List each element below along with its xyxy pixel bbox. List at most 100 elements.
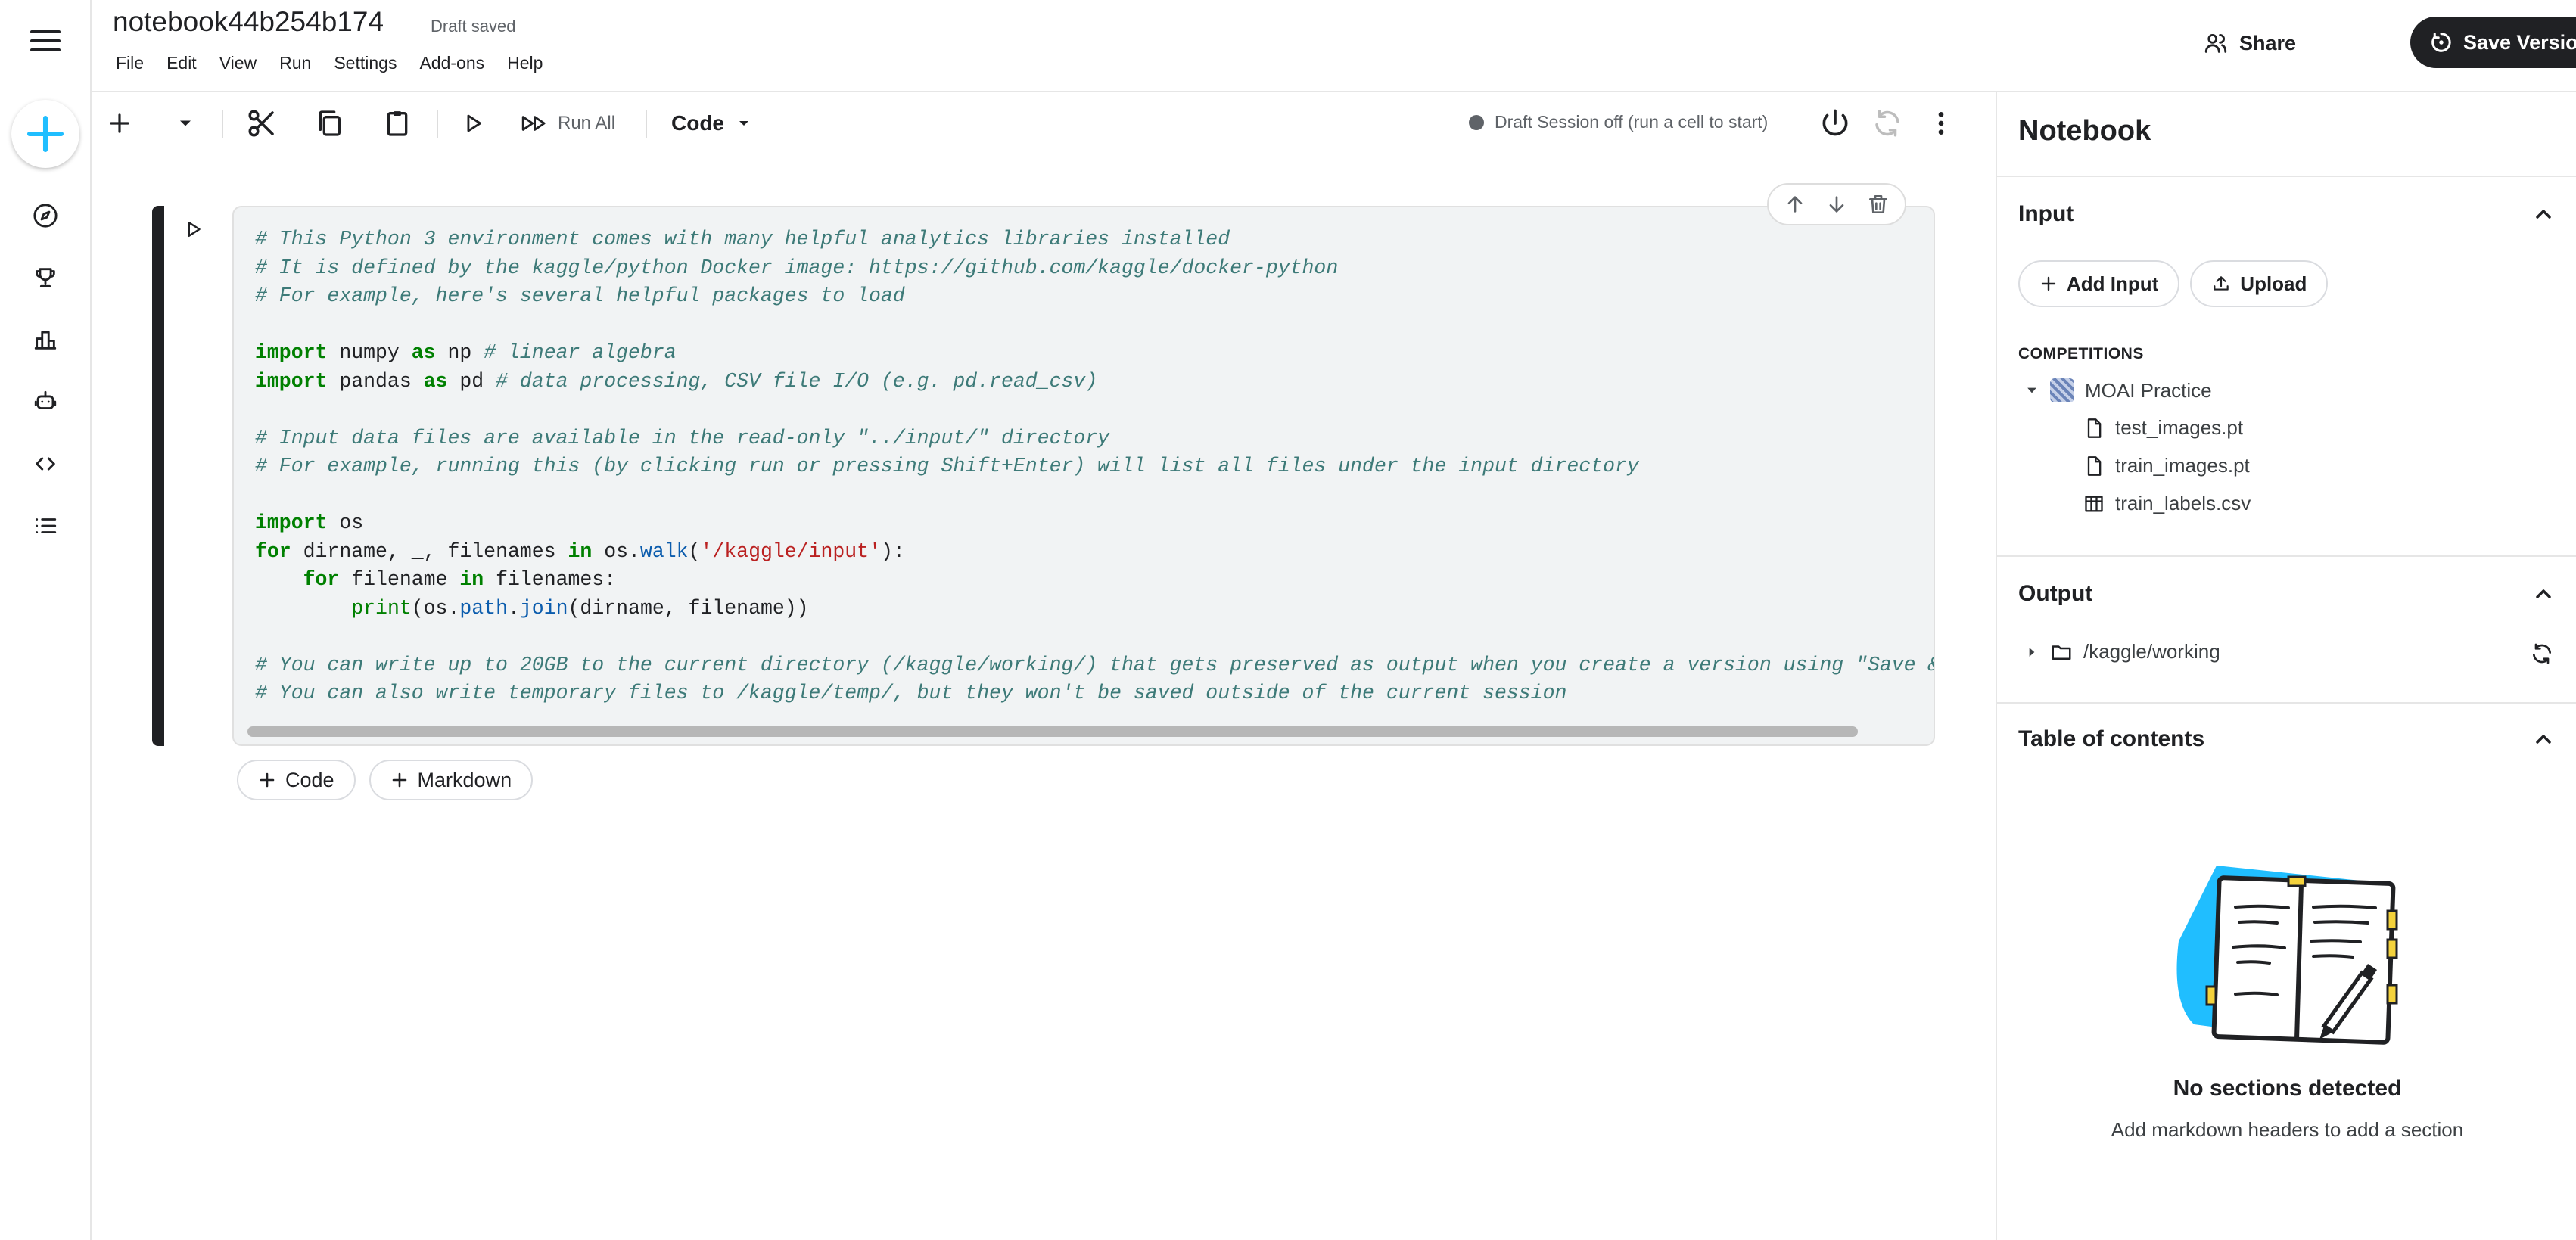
- code-line: # For example, running this (by clicking…: [255, 452, 1934, 481]
- output-folder-item[interactable]: /kaggle/working: [2024, 640, 2220, 664]
- output-heading: Output: [2018, 581, 2093, 606]
- save-version-label: Save Version: [2463, 30, 2576, 54]
- compass-icon[interactable]: [22, 192, 69, 239]
- run-all-button[interactable]: Run All: [520, 106, 615, 141]
- code-token: print: [351, 596, 412, 620]
- file-icon: [2083, 455, 2105, 477]
- session-status-dot: [1469, 114, 1484, 130]
- code-cell[interactable]: # This Python 3 environment comes with m…: [232, 206, 1935, 746]
- code-line: for dirname, _, filenames in os.walk('/k…: [255, 538, 1934, 567]
- cell-type-dropdown[interactable]: Code: [671, 106, 753, 141]
- toc-section-header[interactable]: Table of contents: [2018, 726, 2556, 752]
- code-editor[interactable]: # This Python 3 environment comes with m…: [255, 225, 1934, 708]
- more-options-icon[interactable]: [1926, 106, 1956, 141]
- horizontal-scrollbar[interactable]: [247, 726, 1858, 737]
- caret-down-icon[interactable]: [2024, 383, 2039, 398]
- trophy-icon[interactable]: [22, 254, 69, 301]
- chevron-down-icon[interactable]: [175, 106, 196, 141]
- notebook-illustration: [2164, 850, 2413, 1055]
- code-line: # You can also write temporary files to …: [255, 679, 1934, 708]
- cut-icon[interactable]: [246, 106, 278, 141]
- menu-file[interactable]: File: [116, 53, 144, 73]
- competitions-label: COMPETITIONS: [2018, 345, 2144, 362]
- add-cell-icon[interactable]: [105, 106, 134, 141]
- menu-add-ons[interactable]: Add-ons: [419, 53, 484, 73]
- competition-item[interactable]: MOAI Practice: [2024, 378, 2212, 402]
- competition-name: MOAI Practice: [2085, 378, 2212, 402]
- output-section-header[interactable]: Output: [2018, 581, 2556, 607]
- share-button[interactable]: Share: [2188, 18, 2311, 68]
- code-token: pd: [447, 369, 496, 393]
- code-token: # It is defined by the kaggle/python Doc…: [255, 256, 1339, 279]
- code-token: filename: [339, 568, 460, 591]
- code-token: (dirname, filename)): [568, 596, 809, 620]
- cell-controls: [1767, 183, 1906, 225]
- input-section-header[interactable]: Input: [2018, 201, 2556, 227]
- datasets-icon[interactable]: [22, 316, 69, 363]
- file-item[interactable]: train_labels.csv: [2083, 492, 2251, 515]
- code-token: # Input data files are available in the …: [255, 426, 1110, 449]
- add-markdown-cell-button[interactable]: Markdown: [369, 760, 534, 800]
- code-token: for: [303, 568, 340, 591]
- code-token: os: [327, 511, 364, 534]
- hamburger-menu-icon[interactable]: [27, 23, 64, 59]
- folder-name: /kaggle/working: [2083, 640, 2220, 663]
- file-item[interactable]: test_images.pt: [2083, 416, 2243, 440]
- toc-heading: Table of contents: [2018, 726, 2205, 751]
- menu-view[interactable]: View: [219, 53, 257, 73]
- add-input-button[interactable]: Add Input: [2018, 260, 2180, 307]
- header: notebook44b254b174 Draft saved File Edit…: [92, 0, 2576, 92]
- code-token: # data processing, CSV file I/O (e.g. pd…: [496, 369, 1098, 393]
- code-token: ):: [881, 539, 905, 563]
- move-down-icon[interactable]: [1825, 192, 1849, 216]
- code-token: np: [435, 341, 484, 364]
- code-line: # For example, here's several helpful pa…: [255, 282, 1934, 311]
- chevron-up-icon[interactable]: [2531, 582, 2556, 606]
- chevron-down-icon: [735, 114, 753, 132]
- chevron-up-icon[interactable]: [2531, 727, 2556, 751]
- menu-settings[interactable]: Settings: [334, 53, 397, 73]
- models-icon[interactable]: [22, 378, 69, 425]
- run-all-label: Run All: [558, 113, 616, 133]
- menu-edit[interactable]: Edit: [166, 53, 197, 73]
- code-token: in: [459, 568, 484, 591]
- chevron-up-icon[interactable]: [2531, 202, 2556, 226]
- upload-button[interactable]: Upload: [2190, 260, 2329, 307]
- session-status-label: Draft Session off (run a cell to start): [1495, 112, 1769, 132]
- power-icon[interactable]: [1818, 106, 1852, 141]
- menu-bar: File Edit View Run Settings Add-ons Help: [116, 53, 565, 73]
- move-up-icon[interactable]: [1783, 192, 1807, 216]
- save-version-icon: [2430, 31, 2453, 54]
- notebook-side-panel: Notebook Input Add Input Upload COMPETIT…: [1996, 92, 2576, 1240]
- add-code-cell-button[interactable]: Code: [237, 760, 356, 800]
- list-icon[interactable]: [22, 502, 69, 549]
- paste-icon[interactable]: [382, 106, 412, 141]
- toc-empty-title: No sections detected: [2173, 1076, 2402, 1101]
- code-token: in: [568, 539, 593, 563]
- menu-run[interactable]: Run: [279, 53, 311, 73]
- menu-help[interactable]: Help: [507, 53, 543, 73]
- code-icon[interactable]: [22, 440, 69, 487]
- code-line: # Input data files are available in the …: [255, 424, 1934, 453]
- code-line: print(os.path.join(dirname, filename)): [255, 595, 1934, 623]
- delete-icon[interactable]: [1866, 192, 1890, 216]
- table-icon: [2083, 493, 2105, 514]
- notebook-title[interactable]: notebook44b254b174: [113, 6, 384, 38]
- run-cell-icon[interactable]: [461, 106, 487, 141]
- file-name: test_images.pt: [2115, 416, 2244, 439]
- refresh-icon[interactable]: [2530, 642, 2554, 666]
- run-cell-button[interactable]: [182, 218, 205, 241]
- file-item[interactable]: train_images.pt: [2083, 454, 2250, 477]
- code-token: import: [255, 369, 328, 393]
- restart-icon[interactable]: [1871, 106, 1903, 141]
- code-token: '/kaggle/input': [700, 539, 881, 563]
- caret-right-icon[interactable]: [2024, 645, 2039, 660]
- create-button[interactable]: [11, 100, 79, 168]
- copy-icon[interactable]: [314, 106, 344, 141]
- save-version-button[interactable]: Save Version 0: [2410, 17, 2576, 68]
- panel-title: Notebook: [2018, 115, 2151, 147]
